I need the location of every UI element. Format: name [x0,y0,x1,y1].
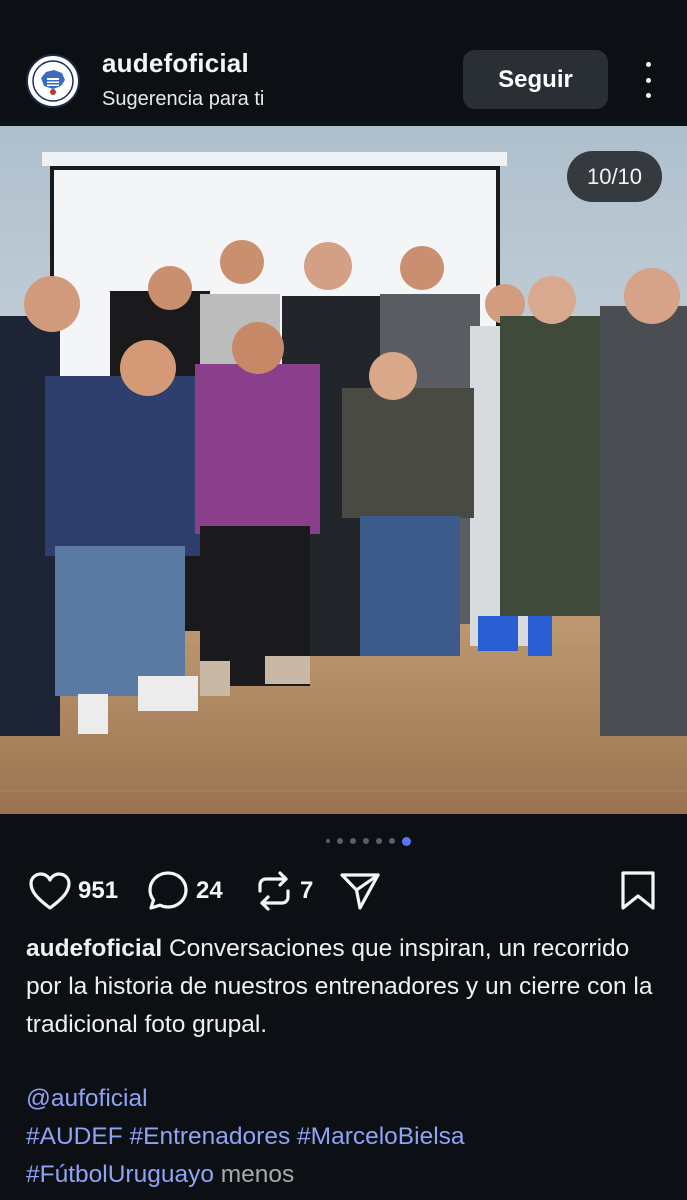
hashtag-link[interactable]: #FútbolUruguayo [26,1161,214,1188]
repost-count: 7 [300,877,314,904]
like-count: 951 [78,877,119,904]
comment-button[interactable]: 24 [146,866,223,916]
status-strip [0,0,687,8]
post-caption: audefoficial Conversaciones que inspiran… [26,930,666,1044]
heart-icon [29,872,71,910]
profile-avatar[interactable] [26,54,80,108]
more-options-icon[interactable] [636,62,660,98]
hashtag-link[interactable]: #AUDEF [26,1123,123,1150]
carousel-dot[interactable] [389,838,395,844]
repost-icon [258,871,290,911]
more-dot [645,93,651,98]
carousel-dot[interactable] [337,838,343,844]
more-dot [645,77,651,83]
carousel-dot-active[interactable] [402,836,411,846]
send-icon [340,873,380,910]
carousel-dot[interactable] [376,838,382,844]
post-header: audefoficial Sugerencia para ti Seguir [0,38,687,124]
carousel-dot[interactable] [363,838,369,844]
audef-logo-icon [29,57,77,105]
comment-icon [148,871,188,910]
carousel-dots [0,834,687,848]
hashtag-link[interactable]: #Entrenadores [129,1123,290,1150]
like-button[interactable]: 951 [28,866,118,916]
caption-username[interactable]: audefoficial [26,935,162,962]
repost-button[interactable]: 7 [254,866,313,916]
follow-button[interactable]: Seguir [463,50,608,109]
group-photo-image [0,126,687,814]
post-actions-bar: 951 24 7 [0,866,687,916]
carousel-dot[interactable] [326,839,330,843]
less-link[interactable]: menos [221,1161,295,1188]
mention-link[interactable]: @aufoficial [26,1085,148,1112]
carousel-dot[interactable] [350,838,356,844]
comment-count: 24 [196,877,223,904]
share-button[interactable] [338,866,382,916]
post-photo[interactable] [0,126,687,814]
bookmark-icon [621,871,655,910]
save-button[interactable] [618,866,658,916]
post-username[interactable]: audefoficial [102,48,249,79]
caption-tags: @aufoficial #AUDEF #Entrenadores #Marcel… [26,1080,666,1194]
more-dot [645,62,651,67]
suggestion-label: Sugerencia para ti [102,88,265,110]
carousel-counter: 10/10 [567,151,662,202]
hashtag-link[interactable]: #MarceloBielsa [297,1123,465,1150]
